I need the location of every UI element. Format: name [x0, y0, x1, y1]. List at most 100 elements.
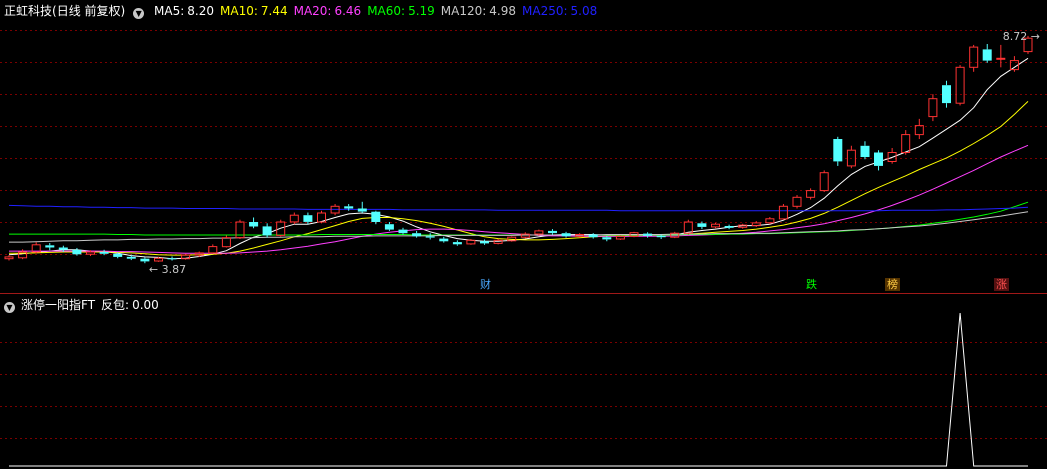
candle-body-down [561, 233, 571, 237]
candle-body-down [344, 206, 354, 209]
candle-body-up [792, 196, 802, 207]
candle [452, 240, 462, 246]
candle-body-down [412, 233, 422, 237]
candle-body-down [262, 226, 272, 236]
candle [167, 256, 177, 261]
ma-line-ma10 [9, 101, 1029, 256]
candle-body-down [860, 145, 870, 157]
candle-body-down [982, 49, 992, 61]
candle [548, 229, 557, 235]
candle-body-down [874, 152, 883, 166]
candle [969, 44, 979, 72]
candle-body-up [615, 235, 625, 240]
candle [996, 44, 1006, 68]
candle-body-up [765, 218, 775, 224]
candle-body-down [167, 258, 177, 260]
candle [643, 232, 653, 238]
high-price-annotation: 8.72 → [1003, 30, 1040, 43]
candle [792, 195, 802, 209]
candle [615, 235, 625, 240]
candle [765, 217, 775, 225]
candle-body-up [996, 57, 1006, 60]
candle-body-up [751, 222, 761, 227]
candle [208, 244, 218, 254]
candle [711, 222, 720, 229]
candle [262, 223, 272, 238]
candle-body-down [643, 233, 653, 236]
chevron-down-icon[interactable]: ▼ [133, 8, 145, 19]
indicator-field-label: 反包: [101, 298, 130, 312]
event-marker-rank[interactable]: 榜 [885, 278, 900, 291]
ma-line-ma250 [8, 204, 1029, 212]
candle [928, 94, 938, 122]
ma-value: 5.08 [570, 4, 598, 18]
candle-body-down [72, 249, 82, 255]
candle [439, 236, 449, 243]
candle [480, 239, 489, 245]
candle-body-up [806, 190, 816, 198]
candle-body-up [955, 66, 965, 104]
indicator-chart[interactable] [0, 294, 1047, 469]
candlestick-chart[interactable]: 8.72 → ← 3.87 [0, 0, 1047, 293]
indicator-grid-lines [0, 342, 1047, 439]
event-marker-limit-up[interactable]: 涨 [994, 278, 1009, 291]
candle [724, 224, 734, 230]
candle-body-up [901, 134, 911, 154]
candle [982, 44, 992, 63]
candle [806, 188, 816, 200]
ma-value: 7.44 [260, 4, 288, 18]
indicator-title: 涨停一阳指FT [21, 298, 96, 312]
ma-value: 5.19 [408, 4, 435, 18]
ma-value: 4.98 [489, 4, 517, 18]
candle-body-down [140, 258, 150, 262]
candle-body-up [208, 246, 218, 254]
period-label: (日线 前复权) [52, 4, 126, 18]
ma-value: 8.20 [187, 4, 214, 18]
event-marker-drop[interactable]: 跌 [804, 278, 819, 291]
candle-body-up [289, 214, 299, 223]
low-price-annotation: ← 3.87 [149, 263, 186, 276]
candle-body-down [384, 224, 394, 230]
candle [31, 242, 41, 254]
candle-body-down [602, 237, 612, 240]
candle [955, 65, 965, 106]
candle [466, 239, 476, 245]
candle-body-down [548, 230, 557, 234]
ma-legend-ma20: MA20: [293, 4, 332, 18]
candle [4, 255, 14, 261]
candle-body-down [113, 253, 123, 257]
chevron-down-icon[interactable]: ▼ [4, 302, 15, 313]
candle-body-down [833, 139, 843, 162]
ma-value: 6.46 [334, 4, 362, 18]
candle-body-up [4, 256, 14, 260]
candle-body-down [371, 211, 381, 222]
candle-body-down [588, 234, 598, 238]
ma-line-ma120 [9, 211, 1029, 243]
candle-body-down [942, 85, 951, 104]
candle-body-up [819, 172, 829, 192]
candle [561, 231, 571, 238]
indicator-panel[interactable]: ▼ 涨停一阳指FT 反包: 0.00 [0, 294, 1047, 469]
kline-panel[interactable]: 8.72 → ← 3.87 正虹科技(日线 前复权) ▼ MA5: 8.20 MA10:… [0, 0, 1047, 293]
event-marker-finance[interactable]: 财 [478, 278, 493, 291]
candle [942, 80, 951, 108]
candle [249, 217, 259, 229]
ma-legend-ma60: MA60: [367, 4, 406, 18]
candle [914, 118, 924, 140]
candle-body-down [45, 245, 55, 248]
candle-body-up [778, 205, 788, 220]
candle [221, 235, 231, 248]
candle-body-down [249, 222, 259, 227]
candle [181, 253, 191, 260]
indicator-legend: ▼ 涨停一阳指FT 反包: 0.00 [4, 297, 165, 313]
candle-body-down [303, 215, 313, 222]
candle [874, 150, 883, 171]
candle-body-up [86, 251, 95, 255]
candle-body-down [126, 256, 136, 259]
candle [860, 141, 870, 160]
candle-body-up [969, 46, 979, 68]
grid-lines [0, 30, 1047, 255]
candle [833, 136, 843, 166]
candle [412, 230, 422, 238]
ma-legend-ma250: MA250: [522, 4, 568, 18]
